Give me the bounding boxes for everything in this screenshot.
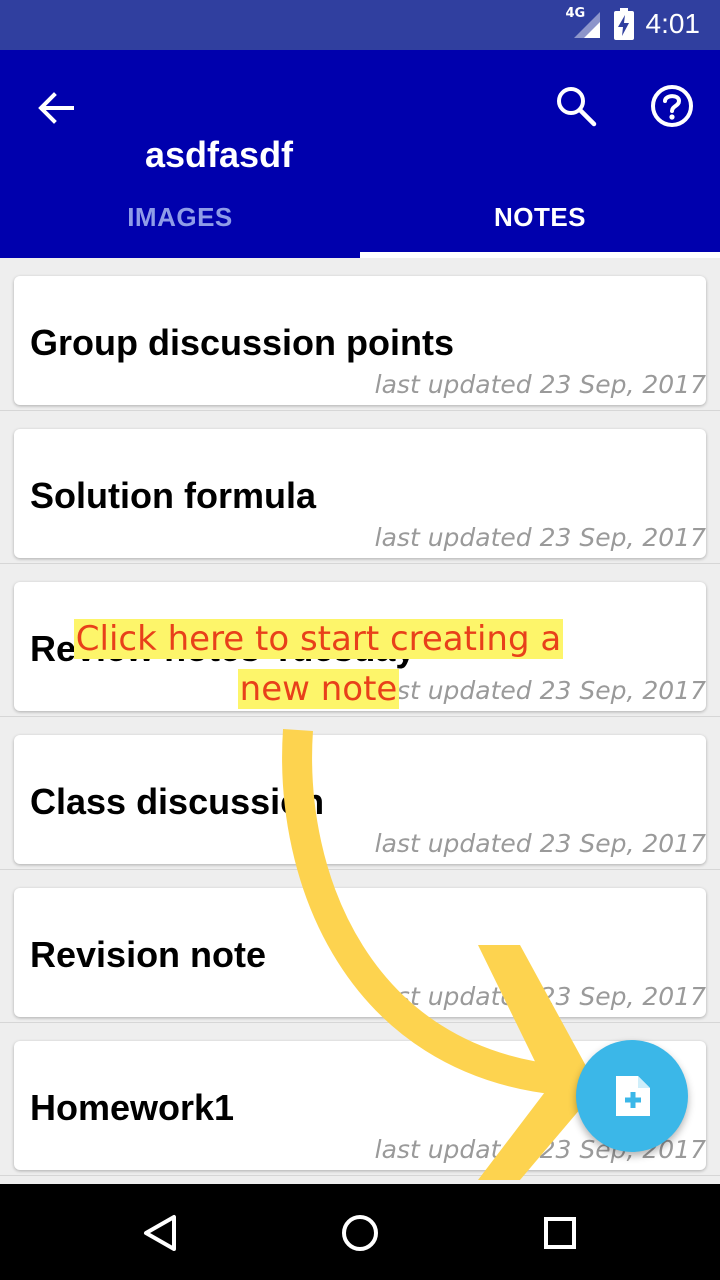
system-navigation-bar bbox=[0, 1184, 720, 1280]
note-updated: last updated 23 Sep, 2017 bbox=[374, 829, 706, 858]
back-nav-button[interactable] bbox=[125, 1198, 195, 1268]
triangle-back-icon bbox=[144, 1215, 176, 1251]
app-bar: asdfasdf IMAGES NOTES bbox=[0, 50, 720, 258]
note-title: Homework1 bbox=[30, 1087, 235, 1128]
list-item: Solution formula last updated 23 Sep, 20… bbox=[0, 411, 720, 564]
tutorial-callout: Click here to start creating a new note bbox=[48, 614, 589, 714]
list-item: Class discussion last updated 23 Sep, 20… bbox=[0, 717, 720, 870]
new-note-icon bbox=[616, 1076, 650, 1116]
search-icon[interactable] bbox=[554, 84, 598, 128]
note-updated: last updated 23 Sep, 2017 bbox=[374, 523, 706, 552]
clock: 4:01 bbox=[645, 8, 701, 39]
list-item: Group discussion points last updated 23 … bbox=[0, 258, 720, 411]
note-title: Class discussion bbox=[30, 781, 325, 822]
note-updated: last updated 23 Sep, 2017 bbox=[374, 370, 706, 399]
note-title: Solution formula bbox=[30, 475, 316, 516]
circle-home-icon bbox=[342, 1215, 378, 1251]
note-card[interactable]: Group discussion points last updated 23 … bbox=[14, 276, 706, 405]
tab-images[interactable]: IMAGES bbox=[0, 180, 360, 254]
note-title: Group discussion points bbox=[30, 322, 455, 363]
list-item: Revision note last updated 23 Sep, 2017 bbox=[0, 870, 720, 1023]
home-nav-button[interactable] bbox=[325, 1198, 395, 1268]
status-bar: 4G 4:01 bbox=[0, 0, 720, 50]
page-title: asdfasdf bbox=[145, 134, 294, 175]
note-title: Revision note bbox=[30, 934, 267, 975]
callout-line-1: Click here to start creating a bbox=[73, 619, 564, 659]
battery-charging-icon bbox=[613, 8, 634, 40]
note-updated: last updated 23 Sep, 2017 bbox=[374, 982, 706, 1011]
network-signal-icon: 4G bbox=[566, 6, 602, 40]
new-note-button[interactable] bbox=[576, 1040, 688, 1152]
note-card[interactable]: Solution formula last updated 23 Sep, 20… bbox=[14, 429, 706, 558]
arrow-back-icon[interactable] bbox=[34, 86, 78, 130]
callout-line-2: new note bbox=[237, 669, 400, 709]
recents-nav-button[interactable] bbox=[525, 1198, 595, 1268]
tab-notes[interactable]: NOTES bbox=[360, 180, 720, 254]
square-recents-icon bbox=[544, 1217, 576, 1249]
note-card[interactable]: Revision note last updated 23 Sep, 2017 bbox=[14, 888, 706, 1017]
help-icon[interactable] bbox=[648, 82, 696, 130]
note-card[interactable]: Class discussion last updated 23 Sep, 20… bbox=[14, 735, 706, 864]
